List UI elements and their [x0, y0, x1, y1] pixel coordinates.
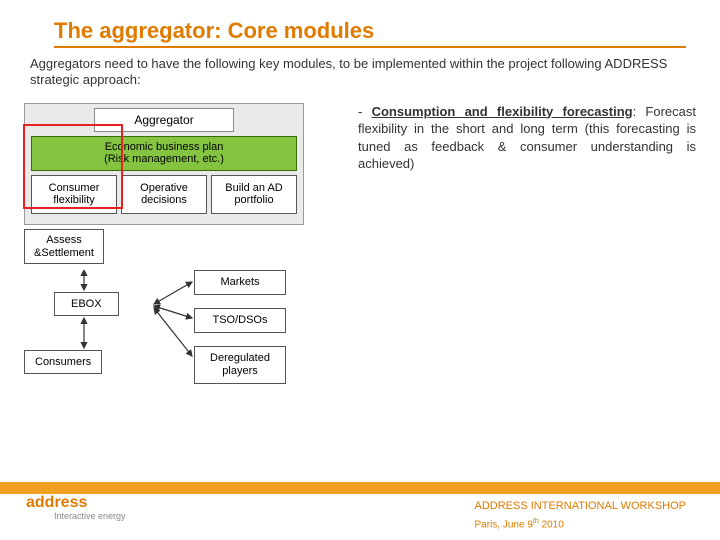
footer-workshop: ADDRESS INTERNATIONAL WORKSHOP [475, 500, 686, 512]
deregulated-players-box: Deregulated players [194, 346, 286, 383]
footer-location-city: Paris, June 9 [475, 519, 533, 530]
markets-box: Markets [194, 270, 286, 295]
bullet-label: Consumption and flexibility forecasting [372, 104, 633, 119]
module-build-portfolio: Build an AD portfolio [211, 175, 297, 214]
module-operative-decisions: Operative decisions [121, 175, 207, 214]
logo-text: address [26, 494, 87, 512]
bullet-dash: - [358, 104, 372, 119]
module-consumer-flexibility: Consumer flexibility [31, 175, 117, 214]
module-row: Consumer flexibility Operative decisions… [31, 175, 297, 214]
aggregator-container: Aggregator Economic business plan (Risk … [24, 103, 304, 226]
business-plan-line2: (Risk management, etc.) [34, 153, 294, 166]
assess-settlement-box: Assess &Settlement [24, 229, 104, 264]
footer: address Interactive energy ADDRESS INTER… [0, 482, 720, 540]
logo-subtext: Interactive energy [54, 512, 126, 521]
footer-location-year: 2010 [539, 519, 564, 530]
tso-dso-box: TSO/DSOs [194, 308, 286, 333]
intro-text: Aggregators need to have the following k… [30, 56, 688, 89]
business-plan-line1: Economic business plan [34, 141, 294, 154]
aggregator-title: Aggregator [94, 108, 234, 132]
lower-diagram: EBOX Consumers Markets TSO/DSOs Deregula… [24, 270, 344, 420]
footer-location: Paris, June 9th 2010 [475, 518, 686, 530]
bullet-consumption-forecasting: - Consumption and flexibility forecastin… [358, 103, 696, 173]
business-plan-box: Economic business plan (Risk management,… [31, 136, 297, 171]
page-title: The aggregator: Core modules [54, 18, 686, 48]
ebox-box: EBOX [54, 292, 119, 316]
consumers-box: Consumers [24, 350, 102, 374]
